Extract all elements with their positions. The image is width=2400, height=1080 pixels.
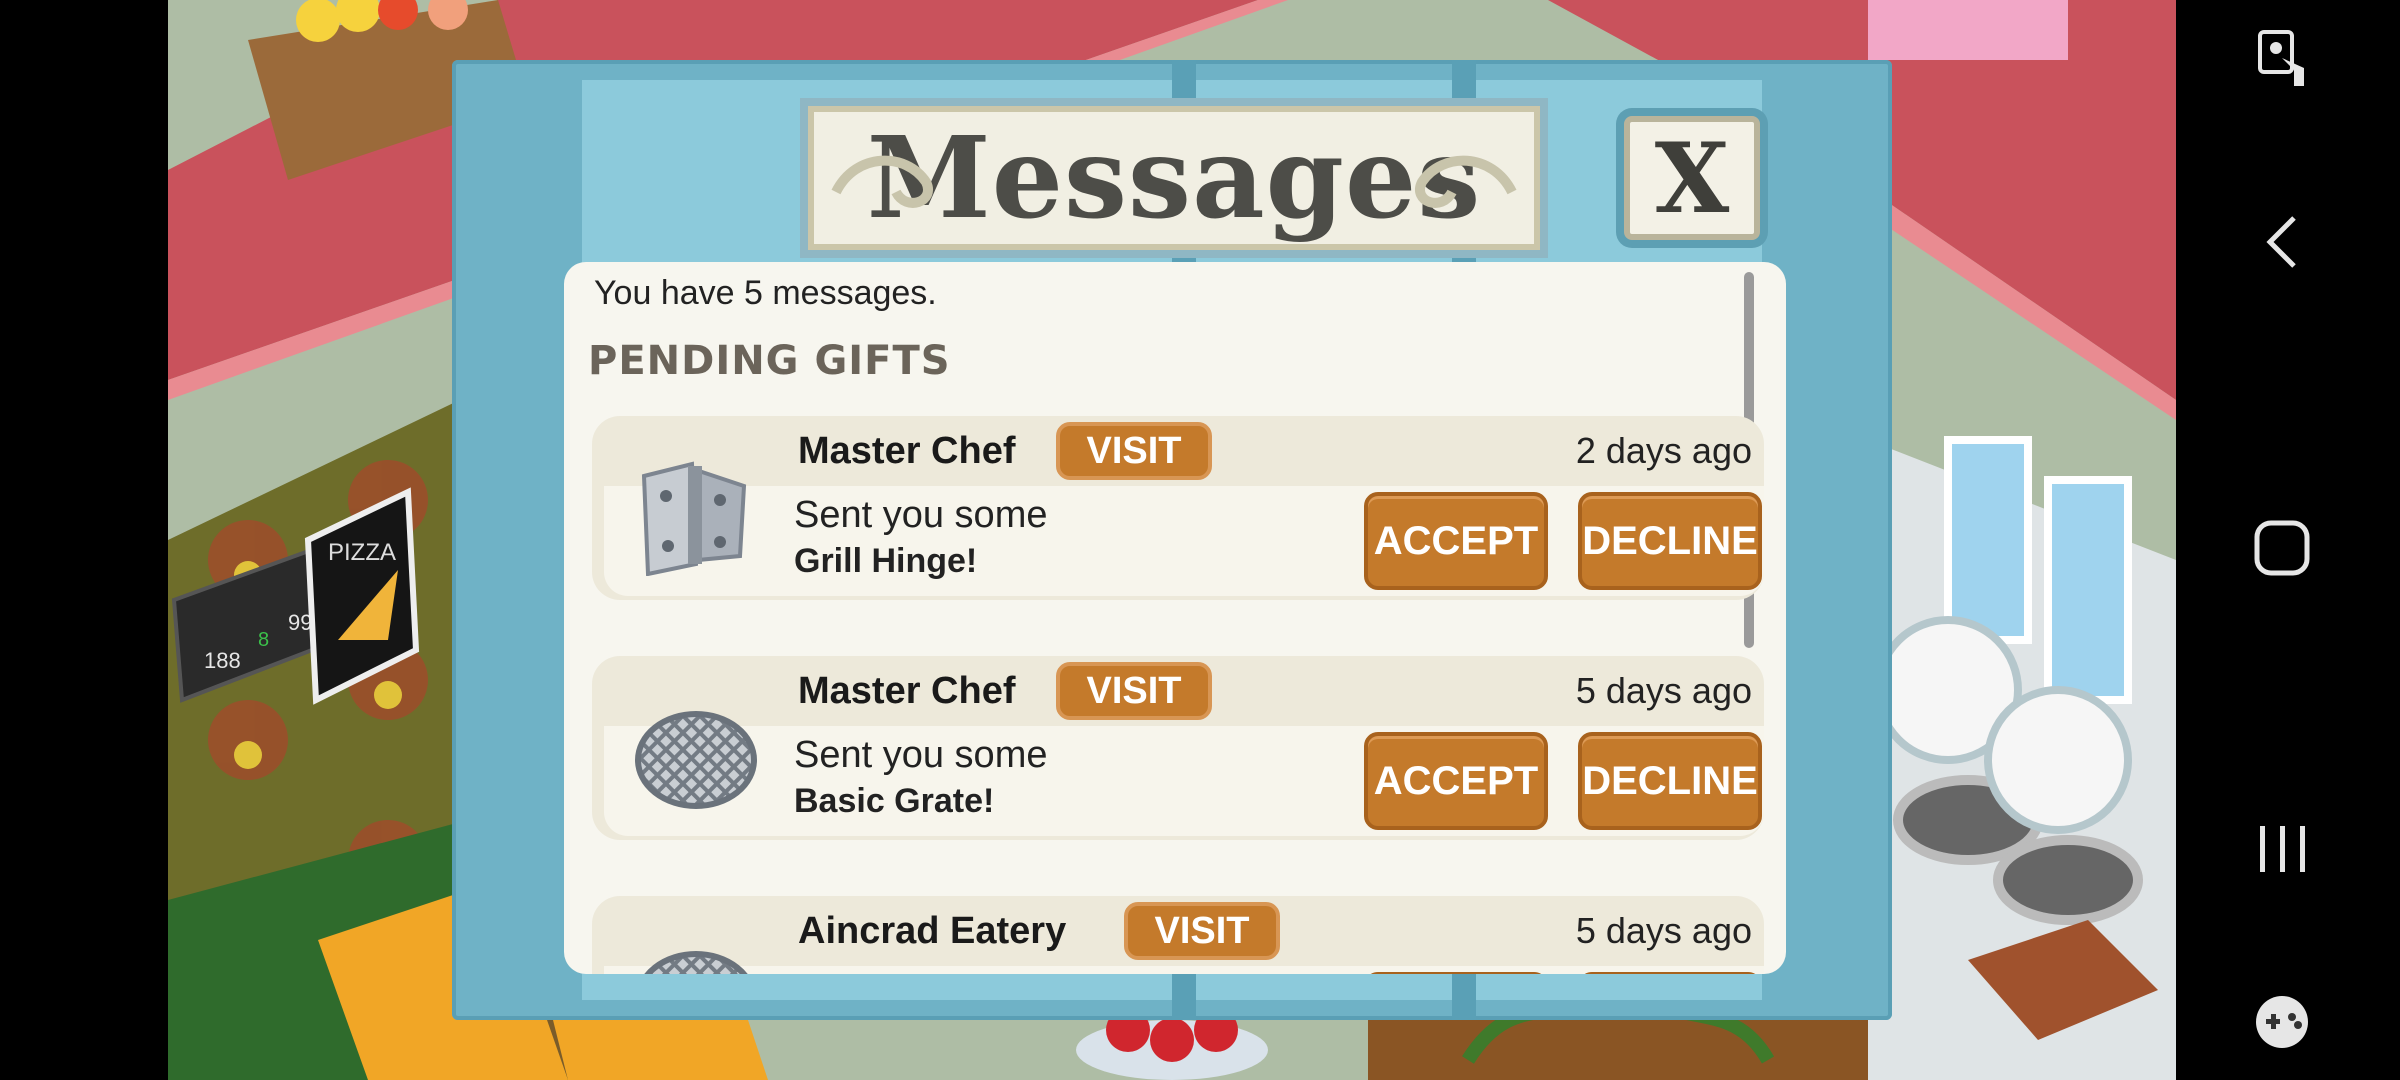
messages-panel[interactable]: You have 5 messages. PENDING GIFTS Maste…	[564, 262, 1786, 974]
screen-lock-icon[interactable]	[2254, 28, 2310, 88]
message-text: Sent you some	[794, 734, 1048, 776]
message-item: Aincrad Eatery VISIT 5 days ago	[592, 896, 1764, 974]
decline-button[interactable]: DECLINE	[1578, 492, 1762, 590]
recents-icon[interactable]	[2256, 822, 2310, 876]
message-time: 2 days ago	[1575, 430, 1752, 471]
back-icon[interactable]	[2262, 212, 2302, 272]
section-title: PENDING GIFTS	[588, 338, 951, 384]
game-tools-icon[interactable]	[2250, 992, 2314, 1052]
grate-icon	[644, 951, 748, 974]
message-text: Sent you some	[794, 494, 1048, 536]
decline-button[interactable]: DECLINE	[1578, 732, 1762, 830]
scoreboard-mid: 8	[258, 629, 269, 651]
title-plaque: Messages	[808, 106, 1540, 250]
flourish-right-icon	[1415, 155, 1517, 208]
gift-item-name: Grill Hinge!	[794, 542, 978, 580]
grate-icon	[635, 711, 757, 809]
sender-name: Aincrad Eatery	[798, 910, 1067, 952]
accept-button[interactable]: ACCEPT	[1364, 732, 1548, 830]
message-item: Master Chef VISIT 2 days ago Sent you so…	[592, 416, 1764, 600]
game-background: 188 8 99 PIZZA Messages X You have 5 mes…	[168, 0, 2176, 1080]
flourish-left-icon	[831, 155, 933, 208]
left-black-bar	[0, 0, 168, 1080]
message-count: You have 5 messages.	[594, 274, 937, 312]
decline-button[interactable]	[1578, 972, 1762, 974]
message-item: Master Chef VISIT 5 days ago Sent you so…	[592, 656, 1764, 840]
poster-text: PIZZA	[328, 539, 396, 566]
visit-button[interactable]: VISIT	[1056, 662, 1212, 720]
visit-button[interactable]: VISIT	[1056, 422, 1212, 480]
accept-button[interactable]: ACCEPT	[1364, 492, 1548, 590]
gift-item-name: Basic Grate!	[794, 782, 995, 820]
sender-name: Master Chef	[798, 430, 1016, 472]
scoreboard-home: 188	[204, 648, 241, 673]
android-nav-bar	[2176, 0, 2400, 1080]
hinge-icon	[641, 461, 747, 576]
message-time: 5 days ago	[1575, 670, 1752, 711]
sender-name: Master Chef	[798, 670, 1016, 712]
accept-button[interactable]	[1364, 972, 1548, 974]
close-button[interactable]: X	[1624, 116, 1760, 240]
close-icon: X	[1654, 121, 1730, 235]
visit-button[interactable]: VISIT	[1124, 902, 1280, 960]
message-time: 5 days ago	[1575, 910, 1752, 951]
home-icon[interactable]	[2252, 518, 2312, 578]
